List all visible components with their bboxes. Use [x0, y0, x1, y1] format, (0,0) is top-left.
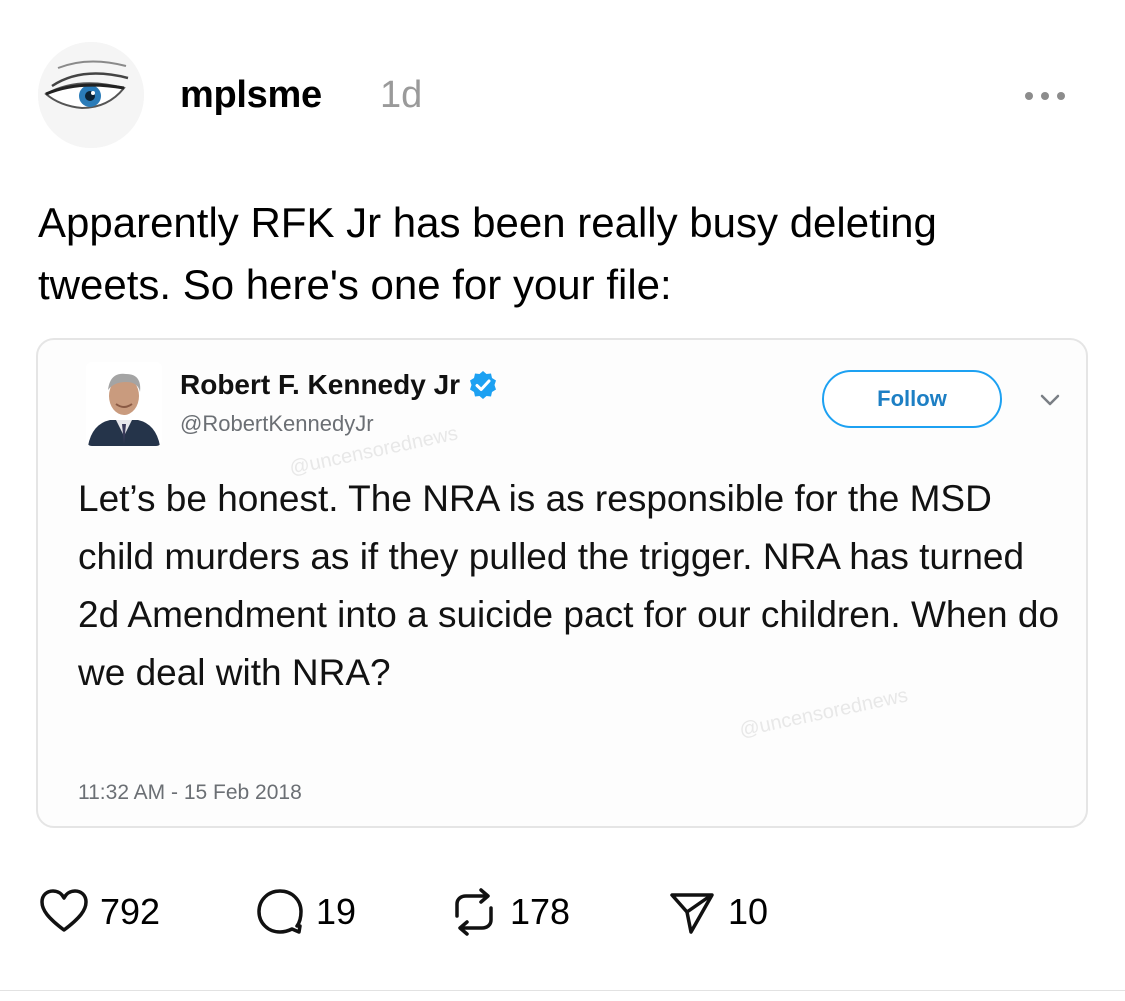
like-count: 792 — [100, 891, 161, 932]
send-icon — [670, 893, 714, 934]
tweet-timestamp: 11:32 AM - 15 Feb 2018 — [78, 781, 302, 804]
more-options-button[interactable] — [1010, 84, 1080, 108]
comment-icon — [257, 889, 303, 934]
post-timestamp: 1d — [380, 74, 423, 116]
reply-button[interactable]: 19 — [254, 884, 356, 940]
post-text: Apparently RFK Jr has been really busy d… — [38, 199, 937, 308]
repost-button[interactable]: 178 — [448, 884, 570, 940]
repost-icon — [455, 888, 493, 936]
heart-icon — [40, 889, 88, 932]
avatar[interactable] — [38, 42, 144, 148]
share-button[interactable]: 10 — [666, 884, 768, 940]
verified-badge-icon — [470, 371, 497, 399]
reply-count: 19 — [316, 891, 357, 932]
follow-button: Follow — [822, 370, 1002, 428]
share-count: 10 — [728, 891, 769, 932]
chevron-down-icon — [1040, 394, 1060, 406]
tweet-author-name-text: Robert F. Kennedy Jr — [180, 369, 461, 400]
repost-count: 178 — [510, 891, 571, 932]
divider — [0, 990, 1125, 991]
tweet-author-avatar — [86, 362, 162, 446]
tweet-author-handle: @RobertKennedyJr — [180, 411, 374, 436]
like-button[interactable]: 792 — [38, 884, 160, 940]
more-horizontal-icon — [1025, 92, 1033, 100]
embedded-tweet-image[interactable]: Robert F. Kennedy Jr @RobertKennedyJr Fo… — [36, 338, 1088, 828]
tweet-text: Let’s be honest. The NRA is as responsib… — [78, 478, 1060, 693]
username[interactable]: mplsme — [180, 72, 322, 118]
tweet-author-name: Robert F. Kennedy Jr — [180, 368, 498, 402]
thread-post: mplsme 1d Apparently RFK Jr has been rea… — [0, 0, 1125, 1001]
